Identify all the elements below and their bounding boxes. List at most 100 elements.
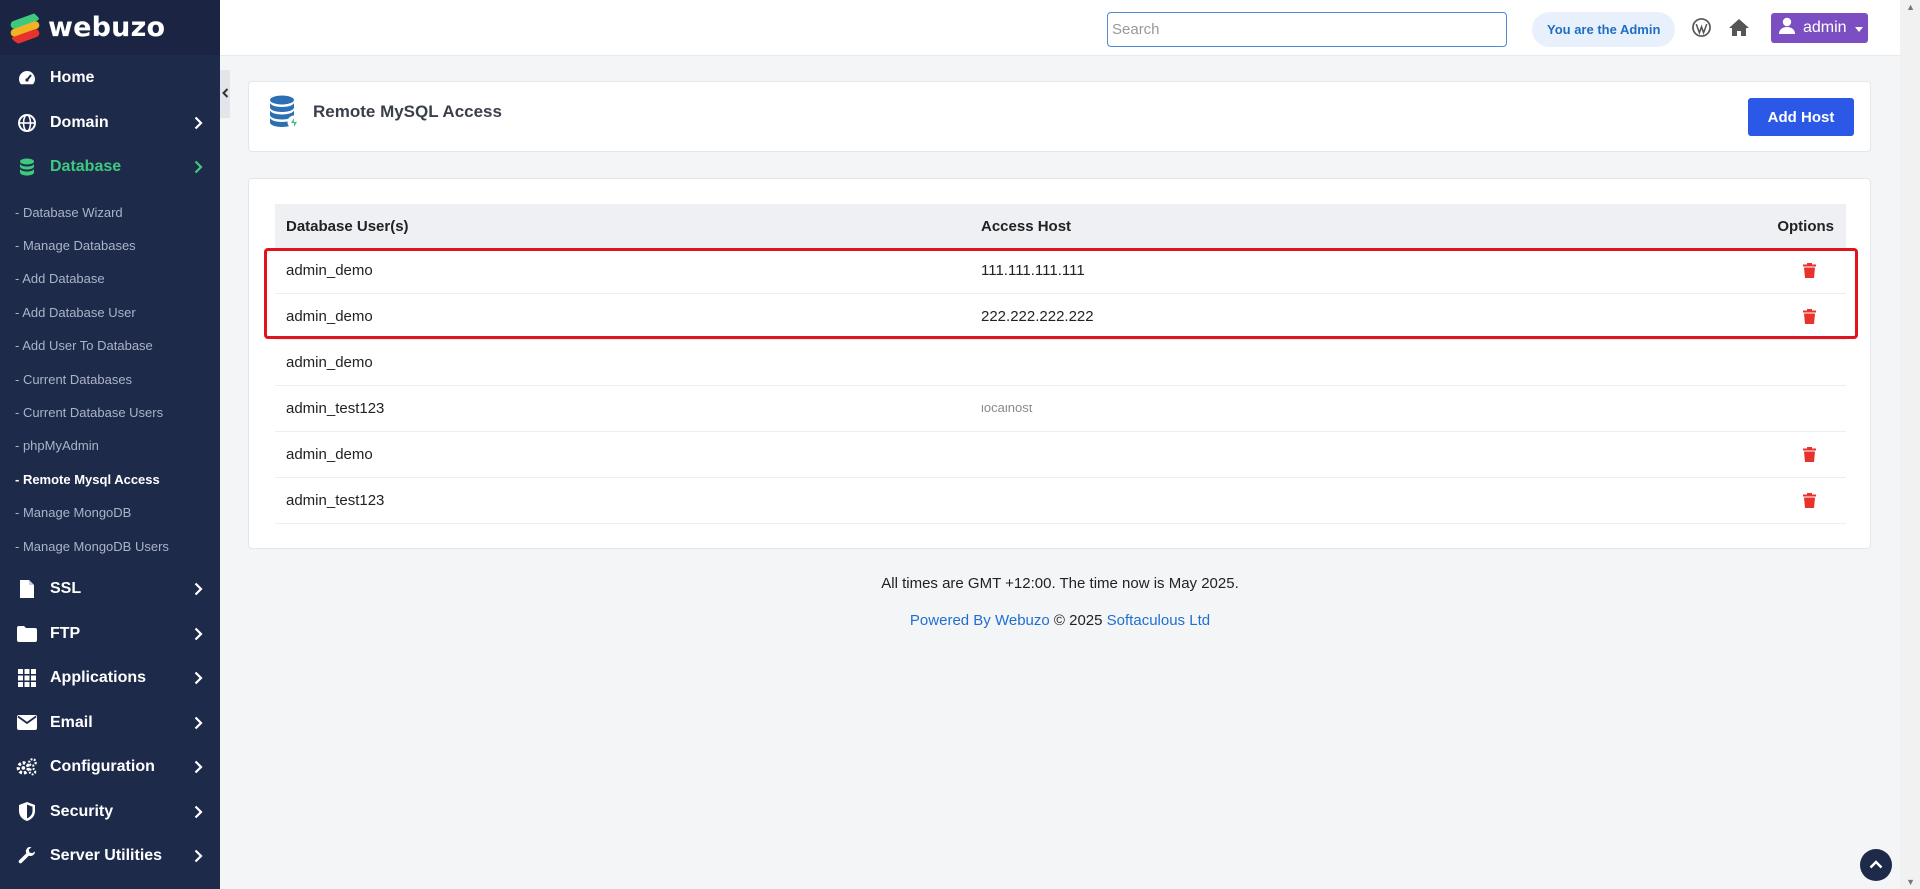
chevron-right-icon (192, 716, 204, 730)
chevron-up-icon (1869, 856, 1883, 874)
chevron-right-icon (192, 760, 204, 774)
database-plug-icon (269, 95, 301, 129)
sidebar-item-domain[interactable]: Domain (0, 101, 220, 146)
sidebar-item-applications[interactable]: Applications (0, 656, 220, 701)
chevron-right-icon (192, 849, 204, 863)
webuzo-logo-icon (8, 11, 42, 45)
grid-icon (16, 667, 38, 689)
search-input[interactable] (1107, 12, 1507, 47)
brand-name: webuzo (48, 12, 166, 43)
scroll-up-arrow-icon[interactable]: ▲ (1906, 2, 1915, 12)
cogs-icon (16, 756, 38, 778)
scroll-down-arrow-icon[interactable]: ▼ (1906, 877, 1915, 887)
sidebar-item-database[interactable]: Database (0, 145, 220, 190)
submenu-remote-mysql-access[interactable]: - Remote Mysql Access (0, 463, 220, 496)
submenu-manage-databases[interactable]: - Manage Databases (0, 229, 220, 262)
sidebar-item-label: Email (50, 713, 93, 731)
submenu-current-databases[interactable]: - Current Databases (0, 362, 220, 395)
cell-user: admin_demo (286, 262, 373, 279)
scroll-to-top-button[interactable] (1860, 849, 1892, 881)
trash-icon[interactable] (1799, 260, 1819, 282)
add-host-button[interactable]: Add Host (1748, 98, 1854, 136)
globe-icon (16, 112, 38, 134)
chevron-right-icon (192, 116, 204, 130)
submenu-phpmyadmin[interactable]: - phpMyAdmin (0, 429, 220, 462)
chevron-right-icon (192, 582, 204, 596)
user-icon (1779, 17, 1795, 39)
wrench-icon (16, 845, 38, 867)
user-name: admin (1803, 19, 1847, 36)
table-row: admin_test123 localhost (275, 386, 1846, 432)
sidebar-item-label: Domain (50, 113, 109, 131)
wordpress-icon[interactable] (1688, 14, 1714, 40)
file-icon (16, 578, 38, 600)
envelope-icon (16, 712, 38, 734)
column-header-host: Access Host (981, 217, 1072, 235)
shield-icon (16, 801, 38, 823)
caret-down-icon (1854, 19, 1863, 37)
table-row: admin_demo 222.222.222.222 (275, 294, 1846, 340)
table-row: admin_demo (275, 432, 1846, 478)
sidebar-item-label: Server Utilities (50, 847, 163, 865)
brand-logo[interactable]: webuzo (0, 0, 220, 55)
page-scrollbar[interactable]: ▲ ▼ (1900, 0, 1920, 889)
sidebar-item-ftp[interactable]: FTP (0, 611, 220, 656)
sidebar-item-home[interactable]: Home (0, 56, 220, 101)
remote-access-table-card: Database User(s) Access Host Options adm… (248, 178, 1871, 549)
cell-user: admin_test123 (286, 400, 385, 417)
sidebar-item-label: FTP (50, 624, 81, 642)
sidebar: webuzo Home Domain Database - Database W… (0, 0, 220, 889)
table-header: Database User(s) Access Host Options (275, 204, 1846, 248)
cell-host: 222.222.222.222 (981, 308, 1094, 325)
submenu-current-database-users[interactable]: - Current Database Users (0, 396, 220, 429)
sidebar-item-ssl[interactable]: SSL (0, 567, 220, 612)
page-title: Remote MySQL Access (313, 102, 502, 121)
folder-icon (16, 623, 38, 645)
company-link[interactable]: Softaculous Ltd (1107, 612, 1210, 629)
sidebar-item-label: Configuration (50, 758, 155, 776)
submenu-add-database[interactable]: - Add Database (0, 262, 220, 295)
home-icon[interactable] (1726, 14, 1752, 40)
cell-user: admin_demo (286, 446, 373, 463)
sidebar-collapse-toggle[interactable] (220, 70, 230, 118)
chevron-right-icon (192, 627, 204, 641)
chevron-right-icon (192, 160, 204, 174)
powered-by-link[interactable]: Powered By Webuzo (910, 612, 1050, 629)
trash-icon[interactable] (1799, 490, 1819, 512)
footer-time: All times are GMT +12:00. The time now i… (881, 575, 1239, 592)
footer-powered: Powered By Webuzo © 2025 Softaculous Ltd (220, 612, 1900, 629)
sidebar-item-label: SSL (50, 580, 82, 598)
chevron-right-icon (192, 805, 204, 819)
sidebar-item-label: Applications (50, 669, 147, 687)
sidebar-item-configuration[interactable]: Configuration (0, 745, 220, 790)
cell-host: localhost (981, 404, 1033, 413)
sidebar-item-label: Security (50, 802, 114, 820)
submenu-database-wizard[interactable]: - Database Wizard (0, 196, 220, 229)
remote-access-table: Database User(s) Access Host Options adm… (275, 204, 1846, 524)
admin-badge: You are the Admin (1532, 12, 1676, 47)
sidebar-item-security[interactable]: Security (0, 789, 220, 834)
trash-icon[interactable] (1799, 444, 1819, 466)
table-row: admin_test123 (275, 478, 1846, 524)
chevron-right-icon (192, 671, 204, 685)
trash-icon[interactable] (1799, 306, 1819, 328)
submenu-add-database-user[interactable]: - Add Database User (0, 296, 220, 329)
page-header-card: Remote MySQL Access Add Host (248, 81, 1871, 152)
cell-user: admin_demo (286, 354, 373, 371)
cell-host: 111.111.111.111 (981, 262, 1085, 279)
sidebar-item-email[interactable]: Email (0, 700, 220, 745)
table-row: admin_demo 111.111.111.111 (275, 248, 1846, 294)
submenu-manage-mongodb-users[interactable]: - Manage MongoDB Users (0, 529, 220, 562)
top-bar: You are the Admin admin (220, 0, 1900, 56)
copyright-text: © 2025 (1053, 612, 1103, 629)
database-icon (16, 156, 38, 178)
submenu-add-user-to-database[interactable]: - Add User To Database (0, 329, 220, 362)
sidebar-item-label: Home (50, 69, 95, 87)
cell-user: admin_demo (286, 308, 373, 325)
sidebar-item-server-utilities[interactable]: Server Utilities (0, 834, 220, 879)
table-row: admin_demo (275, 340, 1846, 386)
database-submenu: - Database Wizard - Manage Databases - A… (0, 190, 220, 567)
column-header-options: Options (1777, 217, 1834, 235)
user-menu-button[interactable]: admin (1771, 13, 1868, 43)
submenu-manage-mongodb[interactable]: - Manage MongoDB (0, 496, 220, 529)
